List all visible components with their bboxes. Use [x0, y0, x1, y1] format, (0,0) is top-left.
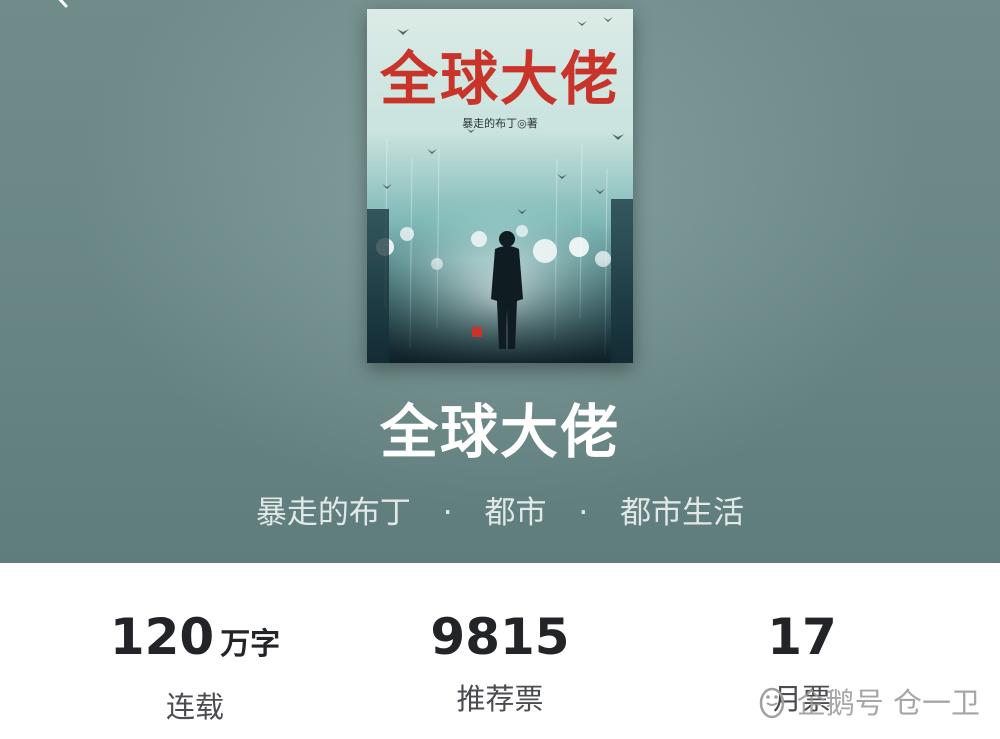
- stat-word-count: 120 万字 连载: [45, 607, 345, 727]
- subcategory-link[interactable]: 都市生活: [620, 495, 744, 531]
- meta-separator: ·: [578, 495, 589, 531]
- stat-recommend-votes[interactable]: 9815 推荐票: [350, 607, 650, 719]
- stat-value: 120: [109, 608, 215, 666]
- stat-label: 连载: [165, 690, 224, 724]
- book-header: 全球大佬 暴走的布丁◎著 全球大佬 暴走的布丁 · 都市 · 都市生活: [0, 0, 1000, 563]
- book-meta: 暴走的布丁 · 都市 · 都市生活: [0, 490, 1000, 536]
- stat-unit: 万字: [220, 627, 281, 662]
- book-cover[interactable]: 全球大佬 暴走的布丁◎著: [367, 9, 633, 363]
- stat-value: 17: [767, 608, 837, 666]
- stat-value: 9815: [430, 608, 570, 666]
- watermark: 企鹅号 仓一卫: [753, 679, 980, 723]
- cover-title: 全球大佬: [379, 45, 620, 113]
- penguin-icon: [753, 682, 791, 720]
- meta-separator: ·: [442, 495, 453, 531]
- watermark-text: 企鹅号 仓一卫: [796, 686, 980, 720]
- book-title: 全球大佬: [379, 398, 620, 466]
- back-arrow-icon[interactable]: [48, 0, 74, 8]
- stat-label: 推荐票: [456, 682, 544, 716]
- author-link[interactable]: 暴走的布丁: [256, 495, 411, 531]
- cover-author-line: 暴走的布丁◎著: [462, 116, 538, 130]
- category-link[interactable]: 都市: [485, 495, 547, 531]
- book-stats: 120 万字 连载 9815 推荐票 17 月票 企鹅号 仓一卫: [0, 563, 1000, 739]
